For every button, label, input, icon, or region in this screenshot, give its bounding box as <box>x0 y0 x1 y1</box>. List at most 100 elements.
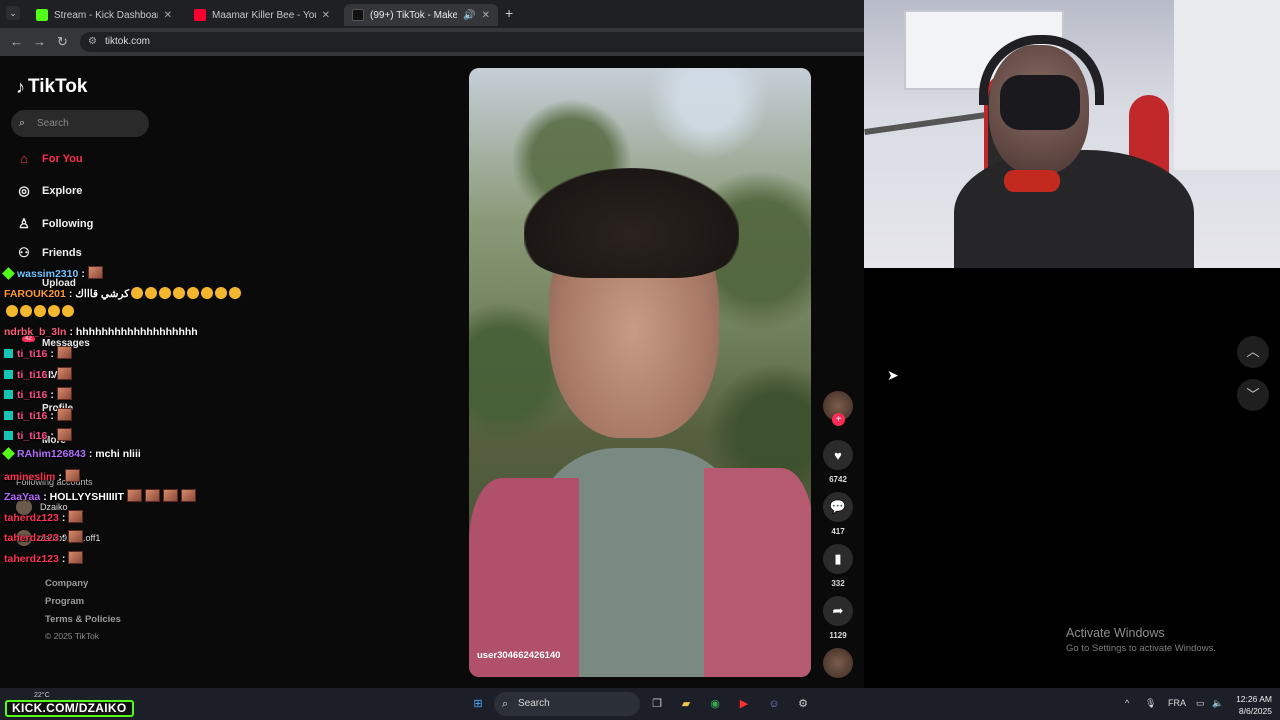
volume-icon[interactable]: 🔈 <box>1212 698 1223 709</box>
url-field[interactable]: ⚙ tiktok.com <box>80 32 864 52</box>
footer-program-link[interactable]: Program <box>45 596 84 607</box>
file-explorer-icon[interactable]: ▰ <box>677 695 695 713</box>
language-indicator[interactable]: FRA <box>1168 698 1186 708</box>
laughing-emoji-icon <box>229 287 242 299</box>
youtube-favicon-icon <box>194 9 206 21</box>
clock-date: 8/6/2025 <box>1238 706 1272 716</box>
nav-label: Explore <box>42 185 83 197</box>
tab-title: Maamar Killer Bee - YouTube <box>212 9 316 21</box>
chat-emote-icon <box>56 346 72 359</box>
previous-video-button[interactable]: ︿ <box>1237 336 1269 368</box>
laughing-emoji-icon <box>6 305 18 317</box>
forward-icon[interactable]: → <box>33 34 46 49</box>
chat-username[interactable]: ZaaYaa <box>4 491 40 503</box>
video-figure-vest <box>469 478 579 677</box>
tab-youtube[interactable]: Maamar Killer Bee - YouTube ✕ <box>186 4 338 26</box>
video-username[interactable]: user304662426140 <box>477 650 560 661</box>
chat-text: : كرشي قاااك <box>68 288 130 300</box>
laughing-emoji-icon <box>62 305 74 317</box>
laughing-emoji-icon <box>187 287 200 299</box>
chat-message: ti_ti16: <box>4 367 72 381</box>
back-icon[interactable]: ← <box>10 34 23 49</box>
tiktok-note-icon: ♪ <box>16 76 25 97</box>
tab-search-dropdown-icon[interactable]: ⌄ <box>6 6 20 20</box>
share-button[interactable]: ➦ 1129 <box>822 596 854 640</box>
screen: ⌄ Stream - Kick Dashboard ✕ Maamar Kille… <box>0 0 1280 720</box>
save-button[interactable]: ▮ 332 <box>822 544 854 588</box>
creator-avatar[interactable]: + <box>822 391 854 426</box>
music-disc-icon <box>823 648 853 678</box>
chat-emote-icon <box>64 469 80 482</box>
settings-icon[interactable]: ⚙ <box>794 695 812 713</box>
nav-friends[interactable]: ⚇ Friends <box>16 245 82 261</box>
nav-for-you[interactable]: ⌂ For You <box>16 151 82 166</box>
chat-emote-icon <box>68 551 84 564</box>
close-tab-icon[interactable]: ✕ <box>482 10 490 21</box>
chat-text: : HOLLYYSHIIIIT <box>43 491 124 503</box>
chat-text: : hhhhhhhhhhhhhhhhhhh <box>69 326 198 338</box>
search-input[interactable]: ⌕ Search <box>11 110 149 137</box>
chat-username[interactable]: amineslim <box>4 471 55 483</box>
chat-username[interactable]: wassim2310 <box>17 268 78 280</box>
save-count: 332 <box>831 579 845 588</box>
tab-tiktok[interactable]: (99+) TikTok - Make Your Day 🔊 ✕ <box>344 4 498 26</box>
tab-title: (99+) TikTok - Make Your Day <box>370 9 458 21</box>
discord-icon[interactable]: ☺ <box>765 695 783 713</box>
chat-username[interactable]: FAROUK201 <box>4 288 66 300</box>
chat-username[interactable]: taherdz123 <box>4 553 59 565</box>
site-settings-icon[interactable]: ⚙ <box>88 32 97 52</box>
laughing-emoji-icon <box>48 305 60 317</box>
close-tab-icon[interactable]: ✕ <box>322 10 330 21</box>
clock[interactable]: 12:26 AM 8/6/2025 <box>1232 693 1272 717</box>
bookmark-icon: ▮ <box>823 544 853 574</box>
url-text: tiktok.com <box>105 36 151 47</box>
laughing-emoji-icon <box>159 287 172 299</box>
kick-channel-label: KICK.COM/DZAIKO <box>5 700 134 717</box>
network-icon[interactable]: ▭ <box>1196 698 1205 709</box>
nav-following[interactable]: ♙ Following <box>16 216 93 232</box>
music-disc[interactable] <box>822 648 854 678</box>
tab-audio-icon[interactable]: 🔊 <box>463 10 475 21</box>
chat-username[interactable]: ti_ti16 <box>17 410 47 422</box>
chat-username[interactable]: ti_ti16 <box>17 430 47 442</box>
video-player[interactable]: user304662426140 <box>469 68 811 677</box>
tiktok-brand: TikTok <box>28 76 88 97</box>
start-icon[interactable]: ⊞ <box>469 695 487 713</box>
tray-overflow-icon[interactable]: ^ <box>1125 698 1129 708</box>
task-view-icon[interactable]: ❐ <box>648 695 666 713</box>
weather-widget[interactable]: 22°C <box>34 692 50 699</box>
chat-username[interactable]: RAhim126843 <box>17 448 86 460</box>
chat-username[interactable]: ndrbk_b_3ln <box>4 326 66 338</box>
watermark-subtitle: Go to Settings to activate Windows. <box>1066 643 1216 654</box>
footer-company-link[interactable]: Company <box>45 578 88 589</box>
new-tab-button[interactable]: + <box>505 5 513 21</box>
footer-terms-link[interactable]: Terms & Policies <box>45 614 121 625</box>
next-video-button[interactable]: ﹀ <box>1237 379 1269 411</box>
taskbar-search[interactable]: ⌕ Search <box>494 692 640 716</box>
tab-title: Stream - Kick Dashboard <box>54 9 158 21</box>
cam-shelf <box>1174 0 1280 170</box>
chat-message: ti_ti16: <box>4 387 72 401</box>
close-tab-icon[interactable]: ✕ <box>164 10 172 21</box>
chat-username[interactable]: ti_ti16 <box>17 369 47 381</box>
chat-username[interactable]: taherdz123 <box>4 532 59 544</box>
chat-emote-icon <box>56 387 72 400</box>
nav-explore[interactable]: ◎ Explore <box>16 183 82 199</box>
comment-button[interactable]: 💬 417 <box>822 492 854 536</box>
chrome-icon[interactable]: ◉ <box>706 695 724 713</box>
reload-icon[interactable]: ↻ <box>57 34 68 50</box>
tab-kick-dashboard[interactable]: Stream - Kick Dashboard ✕ <box>28 4 180 26</box>
microphone-icon[interactable]: 🎙 <box>1145 698 1156 709</box>
chat-username[interactable]: taherdz123 <box>4 512 59 524</box>
windows-taskbar: 22°C KICK.COM/DZAIKO ⊞ ⌕ Search ❐ ▰ ◉ ▶ … <box>0 688 1280 720</box>
chat-text: : <box>61 553 66 565</box>
like-button[interactable]: ♥ 6742 <box>822 440 854 484</box>
chat-username[interactable]: ti_ti16 <box>17 348 47 360</box>
search-icon: ⌕ <box>502 698 509 710</box>
chat-username[interactable]: ti_ti16 <box>17 389 47 401</box>
laughing-emoji-icon <box>215 287 228 299</box>
laughing-emoji-icon <box>145 287 158 299</box>
tiktok-logo[interactable]: ♪ TikTok <box>16 76 87 98</box>
media-player-icon[interactable]: ▶ <box>735 695 753 713</box>
follow-plus-icon[interactable]: + <box>832 413 845 426</box>
